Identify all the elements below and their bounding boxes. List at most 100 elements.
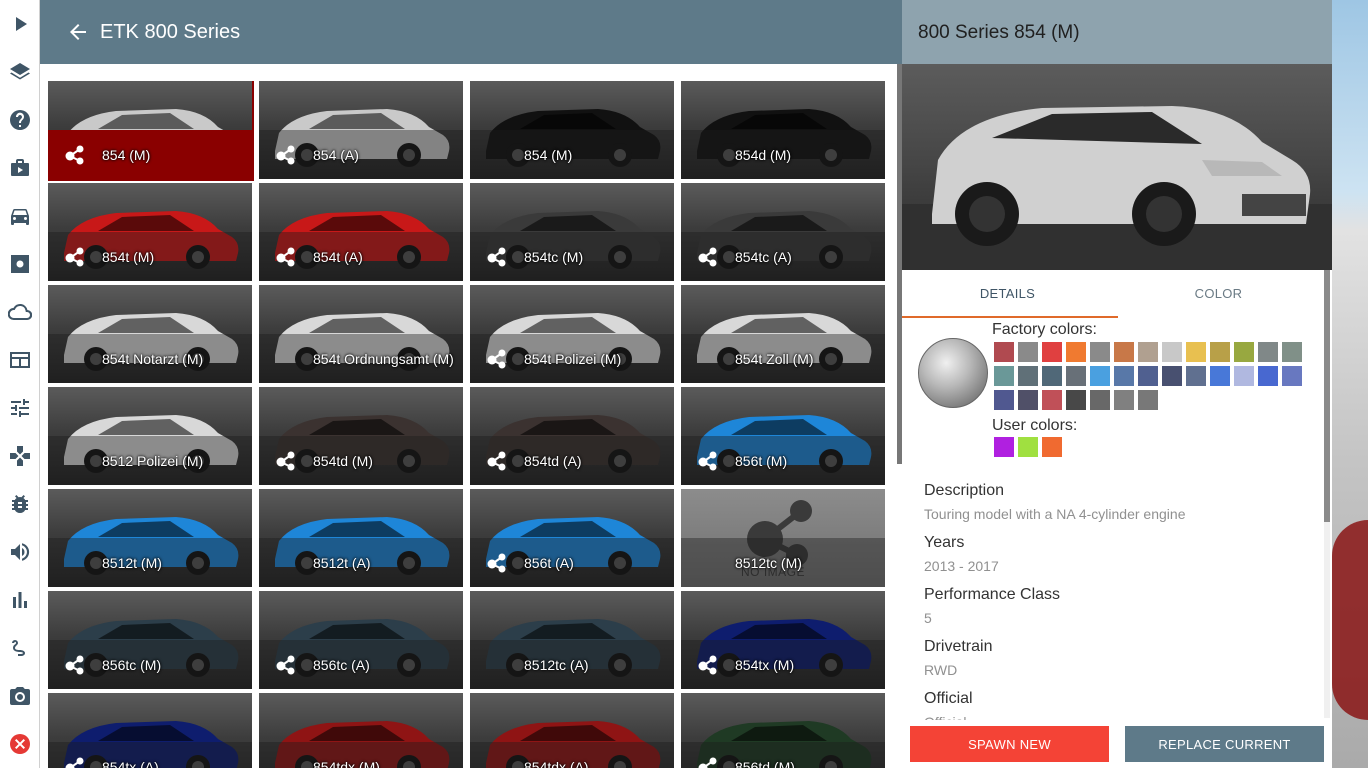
sliders-icon[interactable] — [4, 392, 36, 424]
dashboard-icon[interactable] — [4, 344, 36, 376]
factory-color-swatch[interactable] — [994, 366, 1014, 386]
user-color-swatch[interactable] — [994, 437, 1014, 457]
vehicle-tile[interactable]: 854t (M) — [48, 183, 252, 281]
vehicle-tile[interactable]: 854tc (M) — [470, 183, 674, 281]
factory-color-swatch[interactable] — [1162, 342, 1182, 362]
detail-scrollbar-thumb[interactable] — [1324, 270, 1330, 522]
factory-color-swatch[interactable] — [1066, 390, 1086, 410]
detail-scrollbar[interactable] — [1324, 270, 1330, 718]
vehicle-tile-label: 856t (M) — [735, 453, 788, 469]
factory-color-swatch[interactable] — [1066, 366, 1086, 386]
layers-icon[interactable] — [4, 56, 36, 88]
factory-color-swatch[interactable] — [1114, 366, 1134, 386]
bar-chart-icon[interactable] — [4, 584, 36, 616]
factory-color-swatch[interactable] — [1138, 390, 1158, 410]
vehicle-tile[interactable]: 854t Ordnungsamt (M) — [259, 285, 463, 383]
factory-color-swatch[interactable] — [1114, 390, 1134, 410]
factory-color-swatch[interactable] — [1042, 390, 1062, 410]
vehicle-tile[interactable]: 8512tc (A) — [470, 591, 674, 689]
factory-color-swatch[interactable] — [1042, 366, 1062, 386]
vehicle-tile[interactable]: 854tx (M) — [681, 591, 885, 689]
factory-color-swatch[interactable] — [1090, 342, 1110, 362]
user-color-swatch[interactable] — [1042, 437, 1062, 457]
active-tab-indicator — [902, 316, 1118, 318]
factory-color-swatch[interactable] — [1090, 366, 1110, 386]
vehicle-tile[interactable]: 856t (M) — [681, 387, 885, 485]
briefcase-icon[interactable] — [4, 152, 36, 184]
close-icon[interactable] — [4, 728, 36, 760]
factory-color-swatch[interactable] — [1258, 366, 1278, 386]
vehicle-tile[interactable]: 854 (M) — [470, 81, 674, 179]
vehicle-tile[interactable]: 8512t (A) — [259, 489, 463, 587]
info-value: RWD — [924, 662, 958, 678]
vehicle-tile[interactable]: 856t (A) — [470, 489, 674, 587]
vehicle-list-panel: ETK 800 Series 854 (M) 854 (A) 854 (M) 854d… — [40, 0, 902, 768]
factory-color-swatch[interactable] — [1162, 366, 1182, 386]
factory-color-swatch[interactable] — [1210, 366, 1230, 386]
vehicle-tile[interactable]: 8512t (M) — [48, 489, 252, 587]
volume-icon[interactable] — [4, 536, 36, 568]
factory-color-swatch[interactable] — [1258, 342, 1278, 362]
vehicle-tile[interactable]: 854d (M) — [681, 81, 885, 179]
factory-color-swatch[interactable] — [1186, 342, 1206, 362]
vehicle-tile[interactable]: 854 (M) — [48, 81, 254, 181]
factory-color-swatch[interactable] — [1234, 366, 1254, 386]
factory-color-swatch[interactable] — [1234, 342, 1254, 362]
tab-color[interactable]: COLOR — [1113, 270, 1324, 318]
bug-icon[interactable] — [4, 488, 36, 520]
vehicle-tile[interactable]: 854t Polizei (M) — [470, 285, 674, 383]
car-icon[interactable] — [4, 200, 36, 232]
factory-color-swatch[interactable] — [994, 342, 1014, 362]
gamepad-icon[interactable] — [4, 440, 36, 472]
factory-color-swatch[interactable] — [1042, 342, 1062, 362]
back-arrow-icon[interactable] — [66, 20, 90, 44]
config-share-icon — [64, 246, 86, 268]
spawn-new-button[interactable]: SPAWN NEW — [910, 726, 1109, 762]
vehicle-tile[interactable]: 854tdx (A) — [470, 693, 674, 768]
vehicle-tile[interactable]: 854td (A) — [470, 387, 674, 485]
vehicle-tile[interactable]: 854tx (A) — [48, 693, 252, 768]
factory-color-swatch[interactable] — [1282, 342, 1302, 362]
factory-color-swatch[interactable] — [1162, 390, 1182, 410]
factory-color-swatch[interactable] — [1066, 342, 1086, 362]
help-icon[interactable] — [4, 104, 36, 136]
play-icon[interactable] — [4, 8, 36, 40]
vehicle-tile[interactable]: NO IMAGE 8512tc (M) — [681, 489, 885, 587]
vehicle-tile-label: 854 (M) — [102, 147, 151, 163]
vehicle-tile[interactable]: 856tc (M) — [48, 591, 252, 689]
vehicle-tile-label: 8512 Polizei (M) — [102, 453, 204, 469]
factory-color-swatch[interactable] — [1282, 366, 1302, 386]
route-icon[interactable] — [4, 632, 36, 664]
factory-color-swatch[interactable] — [1138, 366, 1158, 386]
vehicle-tile[interactable]: 856td (M) — [681, 693, 885, 768]
camera-icon[interactable] — [4, 680, 36, 712]
factory-color-swatch[interactable] — [1018, 342, 1038, 362]
config-share-icon — [275, 450, 297, 472]
vehicle-tile[interactable]: 854td (M) — [259, 387, 463, 485]
factory-color-swatch[interactable] — [1138, 342, 1158, 362]
factory-color-swatch[interactable] — [1090, 390, 1110, 410]
factory-color-swatch[interactable] — [1114, 342, 1134, 362]
vehicle-tile[interactable]: 854t Zoll (M) — [681, 285, 885, 383]
vehicle-tile[interactable]: 8512 Polizei (M) — [48, 387, 252, 485]
vehicle-tile[interactable]: 854tdx (M) — [259, 693, 463, 768]
user-color-swatch[interactable] — [1018, 437, 1038, 457]
config-share-icon — [486, 552, 508, 574]
vehicle-tile-label: 854t Zoll (M) — [735, 351, 814, 367]
vehicle-tile[interactable]: 856tc (A) — [259, 591, 463, 689]
factory-color-swatch[interactable] — [1186, 366, 1206, 386]
vehicle-tile[interactable]: 854t Notarzt (M) — [48, 285, 252, 383]
factory-color-swatch[interactable] — [1018, 390, 1038, 410]
factory-color-swatch[interactable] — [994, 390, 1014, 410]
factory-color-swatch[interactable] — [1018, 366, 1038, 386]
page-title: ETK 800 Series — [100, 21, 241, 43]
factory-color-swatch[interactable] — [1210, 342, 1230, 362]
cloud-icon[interactable] — [4, 296, 36, 328]
settings-icon[interactable] — [4, 248, 36, 280]
tab-details[interactable]: DETAILS — [902, 270, 1113, 318]
vehicle-tile[interactable]: 854tc (A) — [681, 183, 885, 281]
vehicle-tile-label: 854tdx (A) — [524, 759, 589, 768]
vehicle-tile[interactable]: 854 (A) — [259, 81, 463, 179]
replace-current-button[interactable]: REPLACE CURRENT — [1125, 726, 1324, 762]
vehicle-tile[interactable]: 854t (A) — [259, 183, 463, 281]
